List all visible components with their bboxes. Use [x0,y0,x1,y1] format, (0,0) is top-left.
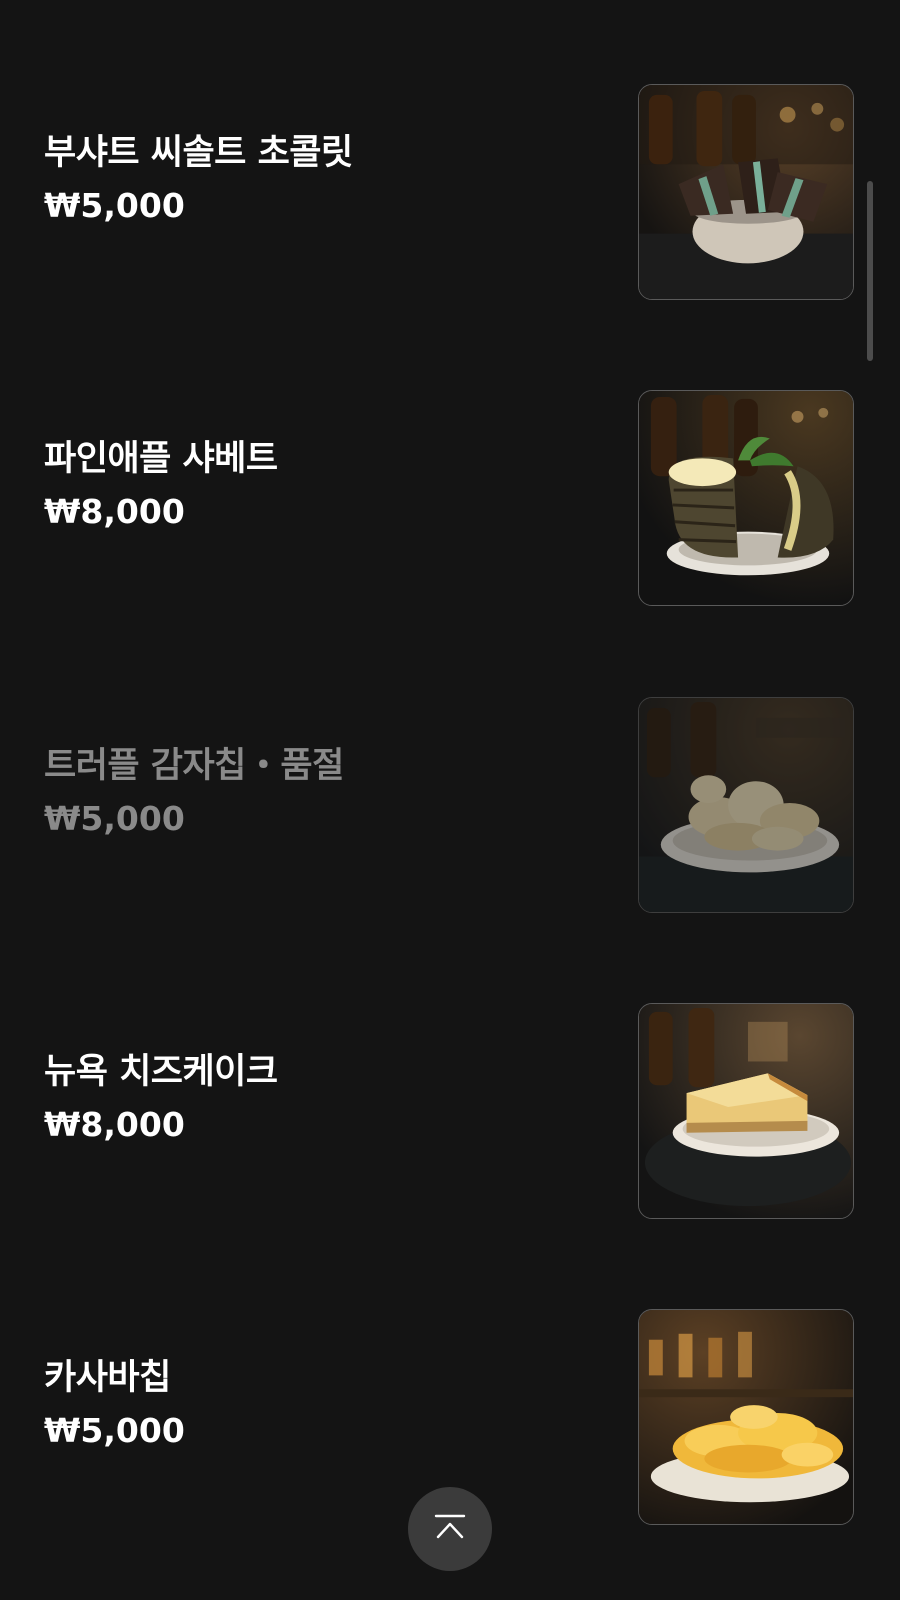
menu-item-price: ₩5,000 [44,1411,185,1450]
pineapple-sorbet-illustration [639,391,853,605]
menu-item-name: 뉴욕 치즈케이크 [44,1052,278,1092]
menu-item-price: ₩8,000 [44,1105,185,1144]
menu-item-name: 카사바칩 [44,1358,171,1398]
menu-item-text: 파인애플 샤베트 ₩8,000 [44,436,604,534]
menu-item-text: 뉴욕 치즈케이크 ₩8,000 [44,1049,604,1147]
menu-item-name: 파인애플 샤베트 [44,439,278,479]
scrollbar-thumb[interactable] [867,181,873,361]
menu-item-text: 트러플 감자칩・품절 ₩5,000 [44,743,604,841]
menu-item-text: 부샤트 씨솔트 초콜릿 ₩5,000 [44,130,604,228]
truffle-potato-chips-illustration [639,698,853,912]
menu-item-text: 카사바칩 ₩5,000 [44,1355,604,1453]
menu-item-price: ₩5,000 [44,799,185,838]
menu-item-price: ₩5,000 [44,186,185,225]
menu-item-name: 부샤트 씨솔트 초콜릿 [44,133,353,173]
cassava-chips-illustration [639,1310,853,1524]
new-york-cheesecake-illustration [639,1004,853,1218]
pineapple-sorbet-photo[interactable] [638,390,854,606]
menu-item-name: 트러플 감자칩・품절 [44,746,344,786]
scroll-to-top-button[interactable] [408,1487,492,1571]
cassava-chips-photo[interactable] [638,1309,854,1525]
menu-item-price: ₩8,000 [44,492,185,531]
truffle-potato-chips-photo[interactable] [638,697,854,913]
chevron-up-bar-icon [434,1514,466,1539]
new-york-cheesecake-photo[interactable] [638,1003,854,1219]
menu-item-sea-salt-chocolate[interactable]: 부샤트 씨솔트 초콜릿 ₩5,000 [0,84,900,302]
sea-salt-chocolate-illustration [639,85,853,299]
menu-item-truffle-potato-chips[interactable]: 트러플 감자칩・품절 ₩5,000 [0,697,900,915]
menu-list: 부샤트 씨솔트 초콜릿 ₩5,000 파인애플 샤베트 ₩8,000 트러플 감… [0,0,900,1600]
sea-salt-chocolate-photo[interactable] [638,84,854,300]
menu-item-pineapple-sorbet[interactable]: 파인애플 샤베트 ₩8,000 [0,390,900,608]
menu-item-new-york-cheesecake[interactable]: 뉴욕 치즈케이크 ₩8,000 [0,1003,900,1221]
